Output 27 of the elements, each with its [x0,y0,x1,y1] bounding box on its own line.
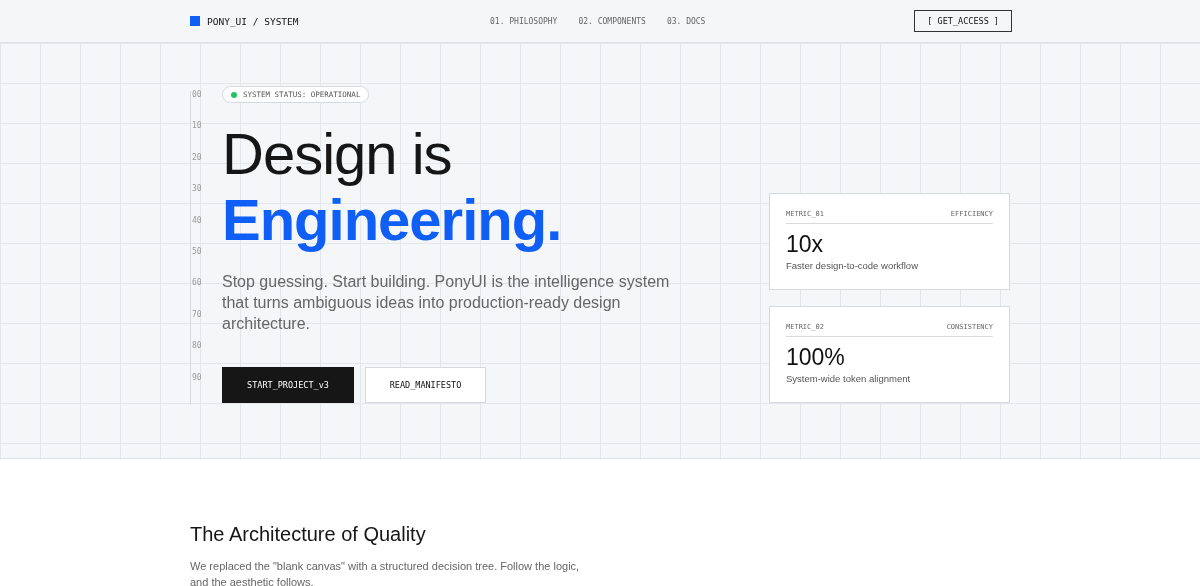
ruler-label: 90 [191,373,202,384]
headline-accent: Engineering. [222,187,562,253]
metric-caption: System-wide token alignment [786,373,912,384]
metric-value: 10x [786,231,825,257]
ruler-label: 80 [191,342,202,353]
ruler-label: 20 [191,153,202,164]
section-text: We replaced the "blank canvas" with a structured decision tree. Follow the logic, and the aesthetic follows. [190,559,580,586]
ruler-label: 30 [191,185,202,196]
metric-caption: Faster design-to-code workflow [786,260,919,271]
logo-link[interactable]: PONY_UI / SYSTEM [207,15,299,27]
ruler-label: 60 [191,279,202,290]
start-project-button[interactable]: START_PROJECT_v3 [222,367,354,403]
ruler-label: 40 [191,216,202,227]
ruler-label: 50 [191,248,202,259]
lead-paragraph: Stop guessing. Start building. PonyUI is the intelligence system that turns ambiguous ideas into production-ready design architecture. [222,272,671,334]
ruler-label: 70 [191,310,202,321]
ruler-label: 00 [191,91,202,101]
ruler-label: 10 [191,122,202,133]
section-title: The Architecture of Quality [190,523,426,546]
metric-value: 100% [786,344,846,370]
nav-link[interactable]: 02. COMPONENTS [578,16,646,26]
nav-link[interactable]: 03. DOCS [666,16,706,26]
headline: Design is [222,121,452,187]
read-manifesto-button[interactable]: READ_MANIFESTO [365,367,486,403]
nav-link[interactable]: 01. PHILOSOPHY [490,16,558,26]
logo-square-icon [190,16,200,26]
get-access-button[interactable]: [ GET_ACCESS ] [914,10,1012,32]
